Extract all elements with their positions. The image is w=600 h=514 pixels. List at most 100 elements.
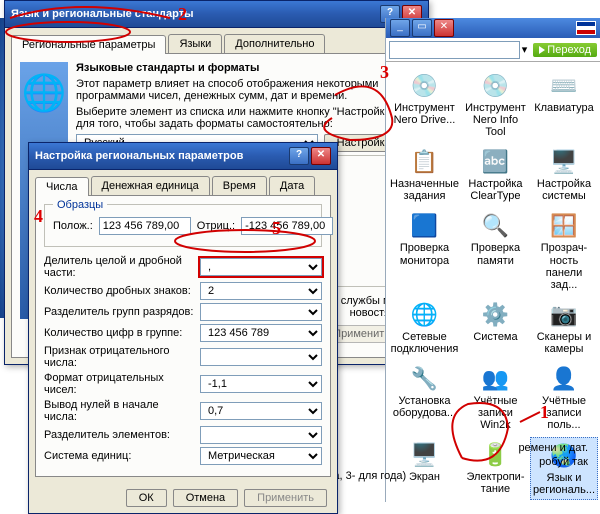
cp-item-label: Электропи-тание [465, 471, 526, 495]
setting-label: Количество цифр в группе: [44, 327, 194, 339]
cp-item[interactable]: 👤Учётные записи поль... [530, 361, 598, 433]
close-button[interactable]: ✕ [311, 147, 331, 165]
cp-item[interactable]: 💿Инструмент Nero Drive... [388, 68, 461, 140]
main-tabs: Региональные параметры Языки Дополнитель… [5, 28, 428, 53]
setting-select[interactable] [200, 348, 322, 366]
cp-item[interactable]: ⚙️Система [463, 297, 528, 357]
setting-label: Делитель целой и дробной части: [44, 255, 194, 279]
go-button[interactable]: Переход [533, 43, 597, 57]
window-title: Настройка региональных параметров [35, 150, 287, 162]
dropdown-arrow-icon[interactable]: ▾ [522, 43, 528, 56]
cp-item-label: Инструмент Nero Info Tool [465, 102, 526, 138]
tab-date[interactable]: Дата [269, 176, 315, 195]
tab-time[interactable]: Время [212, 176, 267, 195]
help-button[interactable]: ? [289, 147, 309, 165]
cp-item-label: Учётные записи поль... [532, 395, 596, 431]
maximize-button[interactable]: ▭ [412, 19, 432, 37]
tab-languages[interactable]: Языки [168, 34, 222, 53]
setting-select[interactable]: -1,1 [200, 375, 322, 393]
titlebar: Язык и региональные стандарты ? ✕ [5, 1, 428, 28]
setting-label: Система единиц: [44, 450, 194, 462]
address-input[interactable] [389, 41, 520, 59]
cp-item[interactable]: 👥Учётные записи Win2k [463, 361, 528, 433]
cp-item-icon: 🪟 [548, 210, 580, 242]
tab-advanced[interactable]: Дополнительно [224, 34, 325, 53]
samples-legend: Образцы [53, 199, 107, 211]
cp-item-icon: 📷 [548, 299, 580, 331]
cp-item-icon: 🔧 [408, 363, 440, 395]
setting-select[interactable]: 2 [200, 282, 322, 300]
section-desc-2: Выберите элемент из списка или нажмите к… [76, 106, 413, 130]
positive-sample [99, 217, 191, 235]
ok-button[interactable]: ОК [126, 489, 167, 507]
setting-label: Формат отрицательных чисел: [44, 372, 194, 396]
section-heading: Языковые стандарты и форматы [76, 62, 259, 74]
cp-item-label: Проверка монитора [390, 242, 459, 266]
control-panel-icons: 💿Инструмент Nero Drive...💿Инструмент Ner… [386, 62, 600, 506]
cp-item-label: Настройка ClearType [465, 178, 526, 202]
cp-item[interactable]: 🖥️Настройка системы [530, 144, 598, 204]
setting-select[interactable]: , [200, 258, 322, 276]
section-desc-1: Этот параметр влияет на способ отображен… [76, 78, 413, 102]
negative-label: Отриц.: [197, 220, 235, 232]
setting-select[interactable]: 0,7 [200, 402, 322, 420]
cp-item[interactable]: 🌐Сетевые подключения [388, 297, 461, 357]
cp-item-icon: 🌐 [408, 299, 440, 331]
cp-item-icon: 🔋 [479, 439, 511, 471]
setting-label: Вывод нулей в начале числа: [44, 399, 194, 423]
cancel-button[interactable]: Отмена [173, 489, 238, 507]
apply-button[interactable]: Применить [244, 489, 327, 507]
setting-label: Разделитель элементов: [44, 429, 194, 441]
positive-label: Полож.: [53, 220, 93, 232]
control-panel-window: _ ▭ ✕ ▾ Переход 💿Инструмент Nero Drive..… [385, 18, 600, 502]
cp-item-icon: 👤 [548, 363, 580, 395]
setting-select[interactable]: Метрическая [200, 447, 322, 465]
cp-item[interactable]: 🔍Проверка памяти [463, 208, 528, 292]
cp-item-label: Экран [409, 471, 440, 483]
tab-regional[interactable]: Региональные параметры [11, 35, 166, 54]
fragment-text: ремени и дат. [518, 442, 588, 454]
cp-item-icon: 📋 [408, 146, 440, 178]
minimize-button[interactable]: _ [390, 19, 410, 37]
cp-item[interactable]: 🟦Проверка монитора [388, 208, 461, 292]
tab-numbers[interactable]: Числа [35, 177, 89, 196]
cp-item-label: Клавиатура [534, 102, 594, 114]
cp-item[interactable]: 🔧Установка оборудова... [388, 361, 461, 433]
cp-item-icon: 🖥️ [408, 439, 440, 471]
cp-item[interactable]: 💿Инструмент Nero Info Tool [463, 68, 528, 140]
cp-item-icon: 🔍 [479, 210, 511, 242]
cp-item-label: Установка оборудова... [390, 395, 459, 419]
cp-item[interactable]: ⌨️Клавиатура [530, 68, 598, 140]
arrow-right-icon [539, 46, 545, 54]
cp-item[interactable]: 🪟Прозрач-ность панели зад... [530, 208, 598, 292]
cp-item-icon: ⌨️ [548, 70, 580, 102]
customize-regional-window: Настройка региональных параметров ? ✕ Чи… [28, 142, 338, 514]
cp-item[interactable]: 📷Сканеры и камеры [530, 297, 598, 357]
setting-label: Признак отрицательного числа: [44, 345, 194, 369]
cp-item-label: Сетевые подключения [390, 331, 459, 355]
cp-item-label: Инструмент Nero Drive... [390, 102, 459, 126]
cp-item[interactable]: 🔤Настройка ClearType [463, 144, 528, 204]
cp-item-label: Сканеры и камеры [532, 331, 596, 355]
cp-item-label: Язык и региональ... [533, 472, 595, 496]
fragment-text: робуй так [539, 456, 588, 468]
cp-item-icon: 🟦 [408, 210, 440, 242]
cp-item-label: Система [473, 331, 517, 343]
cp-item-icon: 👥 [479, 363, 511, 395]
ru-flag-icon [576, 21, 596, 35]
cp-item-label: Назначенные задания [390, 178, 459, 202]
cp-item-icon: 💿 [479, 70, 511, 102]
close-button[interactable]: ✕ [434, 19, 454, 37]
setting-select[interactable]: 123 456 789 [200, 324, 322, 342]
tab-currency[interactable]: Денежная единица [91, 176, 210, 195]
explorer-header: _ ▭ ✕ [386, 18, 600, 38]
setting-select[interactable] [200, 303, 322, 321]
setting-select[interactable] [200, 426, 322, 444]
cp-item[interactable]: 🖥️Экран [388, 437, 461, 499]
cp-item[interactable]: 📋Назначенные задания [388, 144, 461, 204]
cp-item-label: Настройка системы [532, 178, 596, 202]
window-title: Язык и региональные стандарты [11, 8, 378, 20]
cp-item-label: Проверка памяти [465, 242, 526, 266]
cp-item-icon: 🔤 [479, 146, 511, 178]
cp-item-label: Прозрач-ность панели зад... [532, 242, 596, 290]
